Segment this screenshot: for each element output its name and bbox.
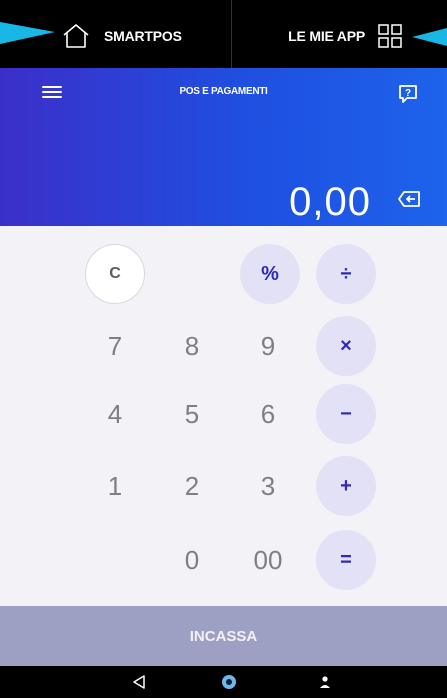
home-icon bbox=[63, 24, 89, 48]
percent-button[interactable]: % bbox=[240, 244, 300, 304]
my-apps-label: LE MIE APP bbox=[288, 28, 365, 44]
digit-5-button[interactable]: 5 bbox=[162, 384, 222, 444]
digit-9-button[interactable]: 9 bbox=[238, 316, 298, 376]
digit-00-button[interactable]: 00 bbox=[238, 530, 298, 590]
person-icon[interactable] bbox=[316, 673, 334, 691]
equals-button[interactable]: = bbox=[316, 530, 376, 590]
home-circle-icon[interactable] bbox=[220, 673, 238, 691]
pos-header: POS E PAGAMENTI ? 0,00 bbox=[0, 68, 447, 226]
incassa-button[interactable]: INCASSA bbox=[0, 606, 447, 666]
digit-8-button[interactable]: 8 bbox=[162, 316, 222, 376]
smartpos-home-button[interactable]: SMARTPOS bbox=[62, 22, 182, 50]
smartpos-label: SMARTPOS bbox=[104, 28, 182, 44]
minus-button[interactable]: − bbox=[316, 384, 376, 444]
multiply-button[interactable]: × bbox=[316, 316, 376, 376]
svg-text:?: ? bbox=[405, 88, 411, 99]
amount-display: 0,00 bbox=[289, 180, 371, 224]
digit-1-button[interactable]: 1 bbox=[85, 456, 145, 516]
help-chat-icon[interactable]: ? bbox=[398, 84, 418, 104]
digit-6-button[interactable]: 6 bbox=[238, 384, 298, 444]
digit-3-button[interactable]: 3 bbox=[238, 456, 298, 516]
digit-7-button[interactable]: 7 bbox=[85, 316, 145, 376]
plus-button[interactable]: + bbox=[316, 456, 376, 516]
digit-2-button[interactable]: 2 bbox=[162, 456, 222, 516]
divide-button[interactable]: ÷ bbox=[316, 244, 376, 304]
callout-pointer-topleft bbox=[0, 22, 55, 44]
my-apps-button[interactable]: LE MIE APP bbox=[288, 22, 403, 50]
keypad: C % ÷ 7 8 9 × 4 5 6 − 1 2 3 + 0 00 = bbox=[0, 226, 447, 606]
clear-button[interactable]: C bbox=[85, 244, 145, 304]
digit-4-button[interactable]: 4 bbox=[85, 384, 145, 444]
system-nav-bar bbox=[0, 666, 447, 698]
page-title: POS E PAGAMENTI bbox=[179, 86, 268, 97]
backspace-icon[interactable] bbox=[398, 191, 420, 207]
callout-pointer-topright bbox=[412, 28, 447, 46]
back-triangle-icon[interactable] bbox=[130, 673, 148, 691]
topbar-divider bbox=[231, 0, 232, 68]
grid-icon bbox=[378, 24, 402, 48]
top-bar: SMARTPOS LE MIE APP bbox=[0, 0, 447, 68]
digit-0-button[interactable]: 0 bbox=[162, 530, 222, 590]
